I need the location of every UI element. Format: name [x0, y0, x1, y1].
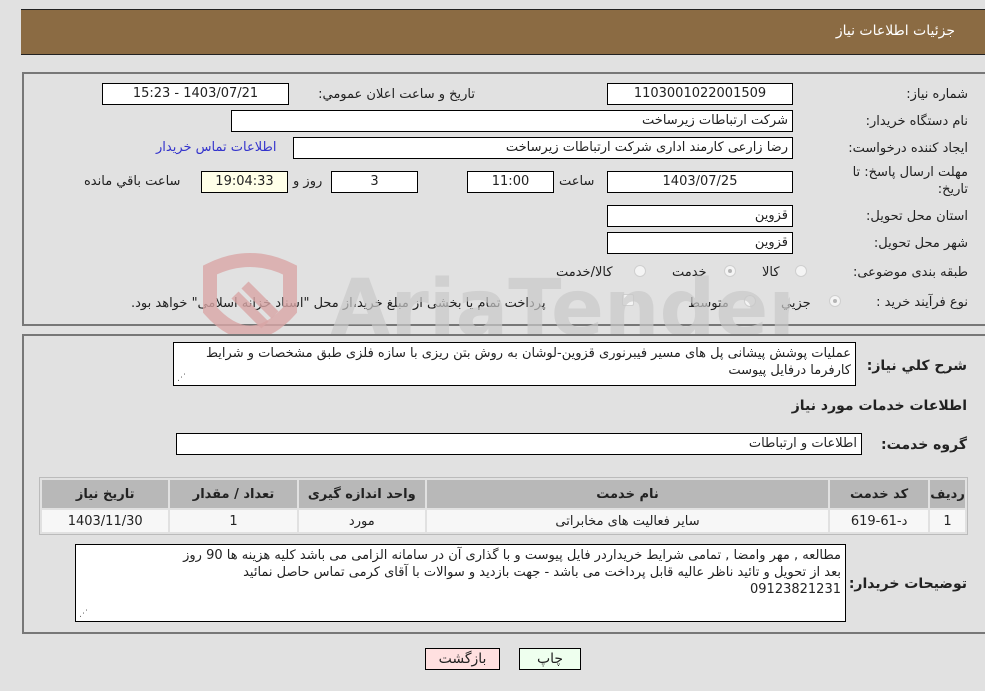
category-radio-goods[interactable]	[795, 265, 807, 277]
purchase-option-minor: جزيي	[781, 296, 811, 311]
time-remaining-field: 19:04:33	[201, 171, 288, 193]
buyer-notes-line-3: 09123821231	[750, 582, 841, 597]
city-field: قزوین	[607, 232, 793, 254]
print-button[interactable]: چاپ	[519, 648, 581, 670]
deadline-time-field: 11:00	[467, 171, 554, 193]
description-text: عملیات پوشش پیشانی پل های مسیر فیبرنوری …	[205, 346, 851, 378]
purchase-option-medium: متوسط	[688, 296, 729, 311]
province-label: استان محل تحویل:	[866, 209, 968, 224]
buyer-notes-line-1: مطالعه , مهر وامضا , تمامی شرایط خریدارد…	[183, 548, 841, 563]
treasury-checkbox-label: پرداخت تمام یا بخشی از مبلغ خرید،از محل …	[131, 296, 546, 311]
buyer-notes-textarea[interactable]: مطالعه , مهر وامضا , تمامی شرایط خریدارد…	[75, 544, 846, 622]
cell-service-code: د-61-619	[830, 510, 929, 532]
page-header: جزئیات اطلاعات نیاز	[21, 9, 985, 55]
buyer-org-field: شرکت ارتباطات زیرساخت	[231, 110, 793, 132]
city-label: شهر محل تحویل:	[873, 236, 968, 251]
col-unit: واحد اندازه گیری	[298, 480, 425, 508]
category-option-service: خدمت	[672, 265, 707, 280]
description-textarea[interactable]: عملیات پوشش پیشانی پل های مسیر فیبرنوری …	[173, 342, 856, 386]
cell-need-date: 1403/11/30	[42, 510, 169, 532]
deadline-label: مهلت ارسال پاسخ: تا	[852, 165, 968, 180]
buyer-notes-label: توضیحات خریدار:	[848, 576, 967, 592]
page-title: جزئیات اطلاعات نیاز	[835, 23, 955, 39]
purchase-type-label: نوع فرآیند خرید :	[876, 295, 968, 310]
deadline-label-2: تاریخ:	[937, 182, 968, 197]
services-table: ردیف کد خدمت نام خدمت واحد اندازه گیری ت…	[39, 477, 968, 535]
days-label: روز و	[293, 174, 323, 189]
province-field: قزوین	[607, 205, 793, 227]
treasury-checkbox[interactable]	[622, 294, 634, 306]
time-remaining-label: ساعت باقي مانده	[84, 174, 181, 189]
category-option-goods-service: کالا/خدمت	[556, 265, 613, 280]
category-radio-goods-service[interactable]	[634, 265, 646, 277]
col-service-name: نام خدمت	[426, 480, 829, 508]
back-button[interactable]: بازگشت	[425, 648, 500, 670]
creator-field: رضا زارعی کارمند اداری شرکت ارتباطات زیر…	[293, 137, 793, 159]
purchase-radio-medium[interactable]	[744, 295, 756, 307]
col-need-date: تاریخ نیاز	[42, 480, 169, 508]
service-group-label: گروه خدمت:	[881, 437, 967, 453]
days-remaining-field: 3	[331, 171, 418, 193]
buyer-notes-line-2: بعد از تحویل و تائید ناظر عالیه قابل پرد…	[243, 565, 841, 580]
need-number-label: شماره نیاز:	[906, 87, 968, 102]
purchase-radio-minor[interactable]	[829, 295, 841, 307]
resize-grip-icon[interactable]: ⋰	[79, 609, 89, 619]
col-service-code: کد خدمت	[830, 480, 929, 508]
creator-label: ایجاد کننده درخواست:	[848, 141, 968, 156]
announce-date-field: 1403/07/21 - 15:23	[102, 83, 289, 105]
buyer-org-label: نام دستگاه خریدار:	[865, 114, 968, 129]
table-row: 1 د-61-619 سایر فعالیت های مخابراتی مورد…	[42, 510, 965, 532]
deadline-date-field: 1403/07/25	[607, 171, 793, 193]
category-radio-service[interactable]	[724, 265, 736, 277]
buyer-contact-link[interactable]: اطلاعات تماس خریدار	[156, 140, 276, 155]
cell-quantity: 1	[170, 510, 297, 532]
category-option-goods: کالا	[762, 265, 780, 280]
col-quantity: تعداد / مقدار	[170, 480, 297, 508]
cell-unit: مورد	[298, 510, 425, 532]
cell-service-name: سایر فعالیت های مخابراتی	[426, 510, 829, 532]
service-group-field: اطلاعات و ارتباطات	[176, 433, 862, 455]
description-label: شرح کلي نياز:	[866, 358, 967, 374]
cell-row-number: 1	[930, 510, 965, 532]
resize-grip-icon[interactable]: ⋰	[177, 373, 187, 383]
services-section-title: اطلاعات خدمات مورد نیاز	[791, 398, 967, 414]
deadline-time-label: ساعت	[559, 174, 595, 189]
table-header-row: ردیف کد خدمت نام خدمت واحد اندازه گیری ت…	[42, 480, 965, 508]
col-row-number: ردیف	[930, 480, 965, 508]
category-label: طبقه بندی موضوعی:	[852, 265, 968, 280]
announce-date-label: تاريخ و ساعت اعلان عمومي:	[318, 87, 475, 102]
need-number-field: 1103001022001509	[607, 83, 793, 105]
